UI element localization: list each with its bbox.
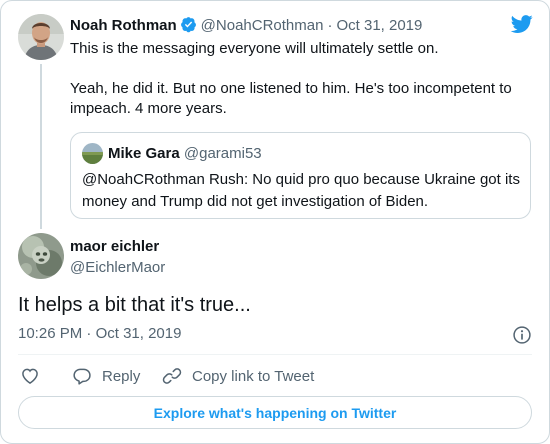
reply-timestamp[interactable]: 10:26 PM · Oct 31, 2019 <box>18 324 181 344</box>
reply-bubble-icon <box>73 368 91 385</box>
link-icon <box>162 368 182 384</box>
avatar-maor-eichler[interactable] <box>18 233 64 279</box>
author-name[interactable]: Noah Rothman <box>70 17 177 34</box>
explore-label: Explore what's happening on Twitter <box>153 404 397 421</box>
separator-dot: · <box>327 17 333 34</box>
quoted-tweet-header: Mike Gara @garami53 <box>108 144 262 164</box>
reply-tweet-text: It helps a bit that it's true... <box>18 294 251 316</box>
copy-link-button[interactable]: Copy link to Tweet <box>162 365 314 387</box>
divider <box>18 354 532 355</box>
quoted-author-name: Mike Gara <box>108 145 180 162</box>
author-handle[interactable]: @NoahCRothman <box>201 17 324 34</box>
quoted-tweet-text: @NoahCRothman Rush: No quid pro quo beca… <box>82 171 520 210</box>
reply-time: 10:26 PM <box>18 325 83 342</box>
tweet-text-line: Yeah, he did it. But no one listened to … <box>70 80 512 117</box>
heart-icon <box>22 368 38 384</box>
thread-connector-line <box>40 64 42 229</box>
tweet-text-line: This is the messaging everyone will ulti… <box>70 40 439 57</box>
verified-badge-icon <box>180 17 196 33</box>
parent-tweet-header: Noah Rothman @NoahCRothman · Oct 31, 2019 <box>70 16 422 36</box>
reply-author-name[interactable]: maor eichler <box>70 237 159 257</box>
copy-link-label: Copy link to Tweet <box>192 367 315 385</box>
parent-tweet-text: This is the messaging everyone will ulti… <box>70 39 530 119</box>
separator-dot: · <box>86 325 92 342</box>
embedded-tweet-card: Noah Rothman @NoahCRothman · Oct 31, 2019 T… <box>0 0 550 444</box>
explore-button[interactable]: Explore what's happening on Twitter <box>18 396 532 429</box>
twitter-bird-icon[interactable] <box>509 13 535 35</box>
reply-button[interactable]: Reply <box>72 365 140 387</box>
like-button[interactable] <box>20 365 40 387</box>
tweet-date[interactable]: Oct 31, 2019 <box>336 17 422 34</box>
quoted-author-handle: @garami53 <box>183 145 262 162</box>
quoted-tweet[interactable]: Mike Gara @garami53 @NoahCRothman Rush: … <box>70 132 531 219</box>
info-icon[interactable] <box>512 325 532 345</box>
avatar-mike-gara <box>82 143 103 164</box>
reply-date: Oct 31, 2019 <box>95 325 182 342</box>
avatar-noah-rothman[interactable] <box>18 14 64 60</box>
reply-label: Reply <box>102 367 141 385</box>
reply-author-handle[interactable]: @EichlerMaor <box>70 258 165 278</box>
